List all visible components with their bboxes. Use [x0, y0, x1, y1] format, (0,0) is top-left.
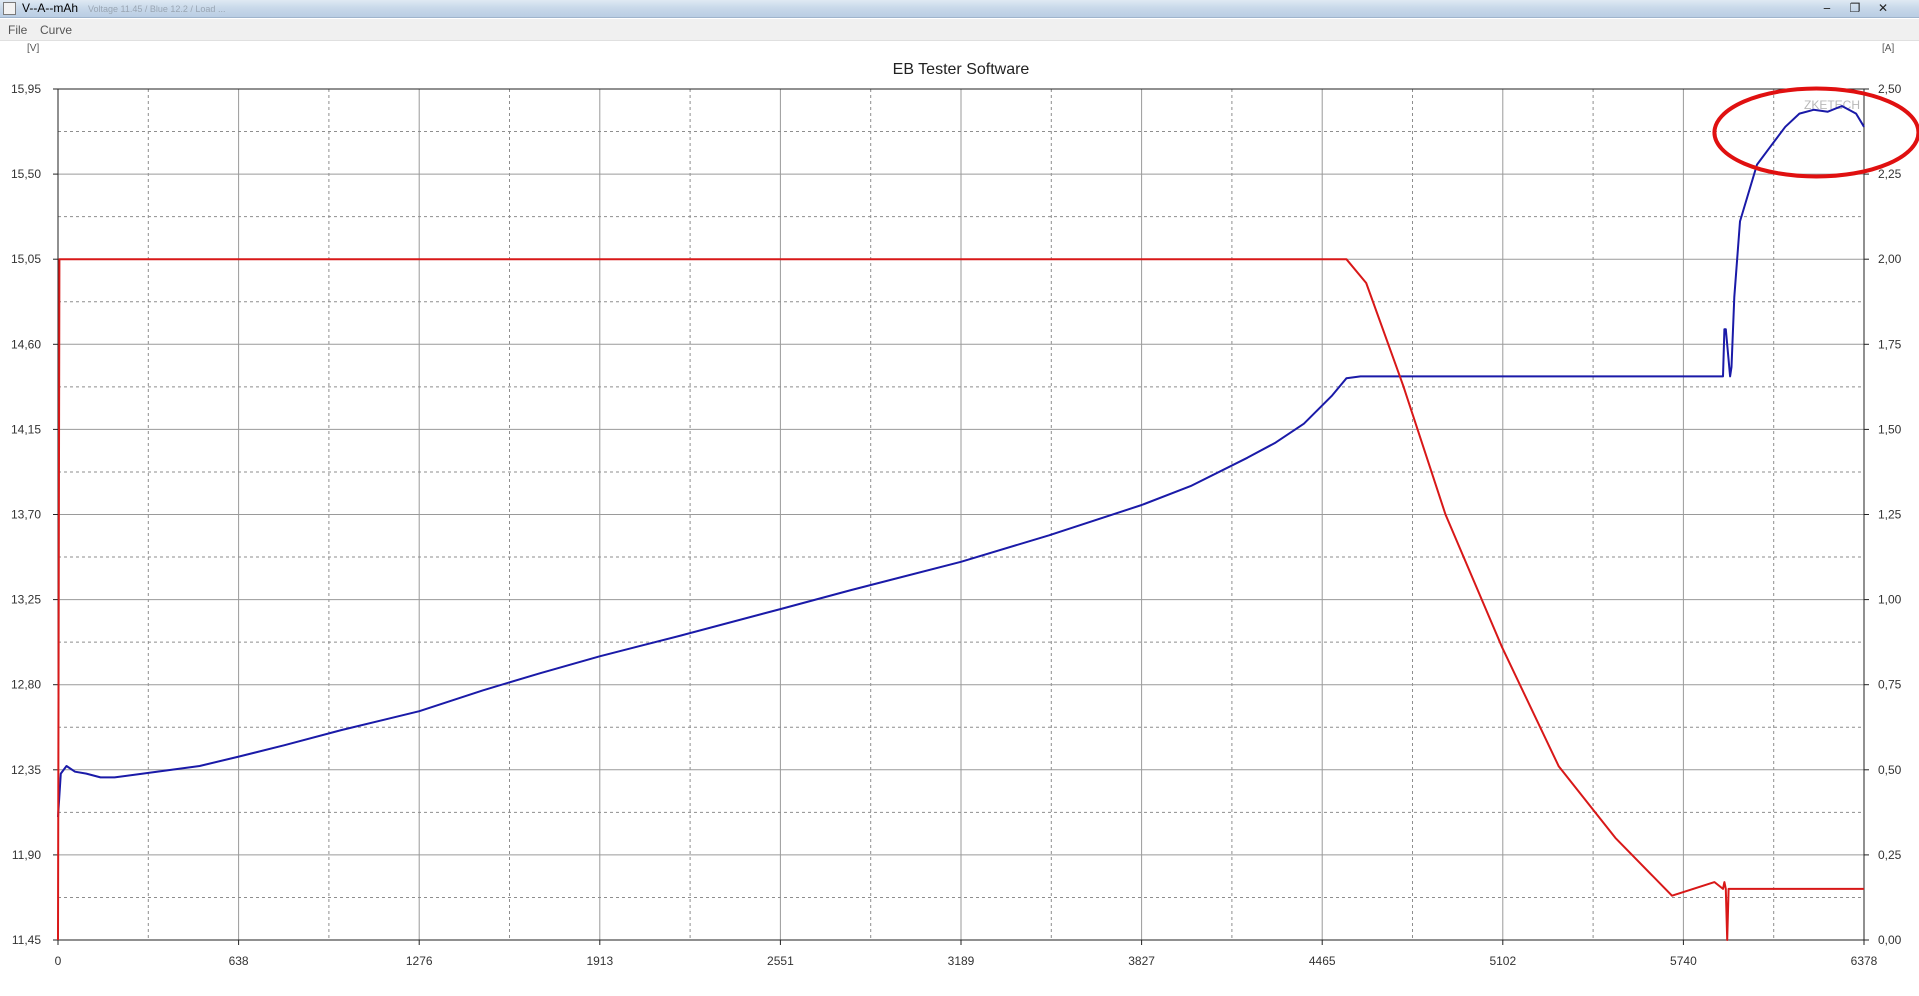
app-icon — [3, 2, 16, 15]
menu-file[interactable]: File — [8, 23, 27, 37]
y-left-tick-label: 11,45 — [12, 933, 41, 947]
y-right-tick-label: 1,50 — [1878, 422, 1902, 436]
window-title: V--A--mAh — [22, 1, 79, 15]
y-left-tick-label: 15,95 — [11, 82, 41, 96]
x-tick-label: 2551 — [767, 954, 794, 968]
y-right-tick-label: 0,25 — [1878, 848, 1902, 862]
y-right-tick-label: 2,50 — [1878, 82, 1902, 96]
x-tick-label: 5740 — [1670, 954, 1697, 968]
axis-ticks: 0 638 1276 1913 2551 3189 3827 4465 5102 5740 6378… — [11, 82, 1902, 968]
grid — [57, 88, 1865, 941]
y-right-tick-label: 0,00 — [1878, 933, 1902, 947]
chart-title: EB Tester Software — [893, 61, 1030, 78]
y-right-tick-label: 2,25 — [1878, 167, 1902, 181]
y-left-tick-label: 14,60 — [11, 337, 41, 351]
close-icon[interactable]: ✕ — [1871, 1, 1895, 15]
title-bar[interactable]: V--A--mAh Voltage 11.45 / Blue 12.2 / Lo… — [0, 0, 1919, 18]
menu-curve[interactable]: Curve — [40, 23, 72, 37]
x-tick-label: 0 — [55, 954, 62, 968]
x-tick-label: 5102 — [1489, 954, 1516, 968]
x-tick-label: 1276 — [406, 954, 433, 968]
restore-icon[interactable]: ❐ — [1843, 1, 1867, 15]
y-left-tick-label: 12,80 — [11, 678, 41, 692]
y-left-tick-label: 15,05 — [11, 252, 41, 266]
y-left-tick-label: 12,35 — [11, 763, 41, 777]
app-window: V--A--mAh Voltage 11.45 / Blue 12.2 / Lo… — [0, 0, 1919, 996]
y-left-tick-label: 11,90 — [12, 848, 41, 862]
y-right-tick-label: 0,50 — [1878, 763, 1902, 777]
y-right-tick-label: 0,75 — [1878, 678, 1902, 692]
menu-bar: File Curve — [0, 19, 1919, 41]
y-right-tick-label: 2,00 — [1878, 252, 1902, 266]
y-left-tick-label: 14,15 — [11, 422, 41, 436]
x-tick-label: 3189 — [948, 954, 975, 968]
x-tick-label: 3827 — [1128, 954, 1155, 968]
y-right-tick-label: 1,00 — [1878, 593, 1902, 607]
left-axis-unit: [V] — [27, 43, 39, 54]
right-axis-unit: [A] — [1882, 43, 1894, 54]
y-right-tick-label: 1,25 — [1878, 508, 1902, 522]
x-tick-label: 4465 — [1309, 954, 1336, 968]
y-right-tick-label: 1,75 — [1878, 337, 1902, 351]
x-tick-label: 1913 — [586, 954, 613, 968]
window-title-tail: Voltage 11.45 / Blue 12.2 / Load ... — [88, 4, 226, 14]
y-left-tick-label: 13,70 — [11, 508, 41, 522]
y-left-tick-label: 13,25 — [11, 593, 41, 607]
x-tick-label: 638 — [229, 954, 249, 968]
minimize-icon[interactable]: ‒ — [1815, 1, 1839, 15]
x-tick-label: 6378 — [1851, 954, 1878, 968]
y-left-tick-label: 15,50 — [11, 167, 41, 181]
chart-area: EB Tester Software [V] [A] ZKETECH 0 638 1… — [11, 43, 1919, 968]
